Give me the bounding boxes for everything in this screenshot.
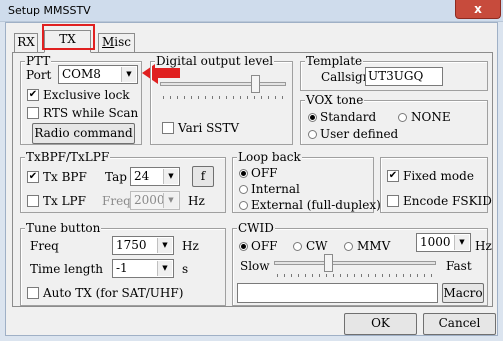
tx-bpf-label: Tx BPF (43, 170, 87, 184)
vox-user-defined-label: User defined (320, 127, 399, 141)
callsign-label: Callsign (321, 70, 371, 84)
cwid-hz-label: Hz (475, 239, 492, 253)
cwid-mmv-radio[interactable] (344, 242, 353, 251)
exclusive-lock-label: Exclusive lock (43, 88, 130, 102)
macro-button[interactable]: Macro (442, 283, 484, 303)
vox-none-label: NONE (411, 110, 451, 124)
tap-label: Tap (105, 170, 127, 184)
cancel-button[interactable]: Cancel (423, 313, 496, 335)
encode-fskid-checkbox[interactable] (387, 195, 399, 207)
ok-button[interactable]: OK (344, 313, 417, 335)
vox-tone-legend: VOX tone (305, 93, 365, 107)
chevron-down-icon: ▼ (454, 235, 469, 250)
tab-misc[interactable]: Misc (98, 33, 135, 52)
fixed-mode-label: Fixed mode (403, 169, 474, 183)
port-select[interactable]: COM8 ▼ (58, 65, 138, 84)
template-legend: Template (305, 54, 364, 68)
chevron-down-icon: ▼ (157, 238, 172, 253)
f-button[interactable]: f (192, 166, 214, 187)
window-title: Setup MMSSTV (8, 4, 91, 17)
vox-standard-label: Standard (320, 110, 377, 124)
chevron-down-icon: ▼ (121, 67, 136, 82)
freq-label-disabled: Freq (102, 194, 131, 208)
encode-fskid-label: Encode FSKID (403, 194, 492, 208)
tx-bpf-checkbox[interactable]: ✔ (27, 171, 39, 183)
slider-thumb[interactable] (251, 75, 260, 93)
fast-label: Fast (446, 259, 472, 273)
tx-lpf-checkbox[interactable] (27, 195, 39, 207)
vox-user-defined-radio[interactable] (308, 130, 317, 139)
fixed-mode-checkbox[interactable]: ✔ (387, 170, 399, 182)
rts-scan-label: RTS while Scan (43, 106, 139, 120)
time-length-unit-label: s (182, 262, 189, 276)
close-button[interactable]: x (455, 0, 501, 19)
auto-tx-label: Auto TX (for SAT/UHF) (43, 286, 184, 300)
tx-tab-highlight (42, 24, 95, 50)
slow-label: Slow (240, 259, 270, 273)
loopback-off-radio[interactable] (239, 169, 248, 178)
exclusive-lock-checkbox[interactable]: ✔ (27, 89, 39, 101)
chevron-down-icon: ▼ (163, 169, 178, 184)
slider-thumb[interactable] (324, 254, 333, 272)
callsign-input[interactable]: UT3UGQ (365, 67, 443, 86)
time-length-label: Time length (30, 262, 104, 276)
digital-output-slider[interactable] (160, 75, 286, 102)
loopback-legend: Loop back (237, 150, 302, 164)
tab-rx[interactable]: RX (14, 33, 38, 52)
loopback-internal-radio[interactable] (239, 185, 248, 194)
cwid-speed-select[interactable]: 1000 ▼ (416, 233, 471, 252)
port-label: Port (26, 68, 52, 82)
cwid-cw-label: CW (306, 239, 328, 253)
lpf-hz-label: Hz (188, 194, 205, 208)
tune-freq-label: Freq (30, 239, 59, 253)
tune-hz-label: Hz (182, 239, 199, 253)
time-length-select[interactable]: -1 ▼ (112, 259, 174, 278)
close-icon: x (474, 2, 482, 16)
cwid-mmv-label: MMV (357, 239, 391, 253)
vox-none-radio[interactable] (398, 113, 407, 122)
loopback-off-label: OFF (251, 166, 278, 180)
auto-tx-checkbox[interactable] (27, 287, 39, 299)
digital-output-legend: Digital output level (155, 54, 275, 68)
radio-command-button[interactable]: Radio command (32, 123, 135, 144)
tab-misc-mnemonic: M (101, 35, 115, 49)
tune-legend: Tune button (25, 221, 102, 235)
chevron-down-icon: ▼ (163, 193, 178, 208)
tx-lpf-label: Tx LPF (43, 194, 86, 208)
cwid-legend: CWID (237, 221, 275, 235)
vari-sstv-checkbox[interactable] (162, 122, 174, 134)
chevron-down-icon: ▼ (157, 261, 172, 276)
tune-freq-select[interactable]: 1750 ▼ (112, 236, 174, 255)
rts-scan-checkbox[interactable] (27, 107, 39, 119)
cwid-speed-slider[interactable] (274, 254, 436, 279)
lpf-freq-select[interactable]: 2000 ▼ (130, 191, 180, 210)
txbpf-legend: TxBPF/TxLPF (25, 150, 111, 164)
vox-standard-radio[interactable] (308, 113, 317, 122)
cwid-off-radio[interactable] (239, 242, 248, 251)
loopback-external-label: External (full-duplex) (251, 198, 381, 212)
ptt-legend: PTT (25, 54, 52, 68)
loopback-internal-label: Internal (251, 182, 300, 196)
tap-select[interactable]: 24 ▼ (130, 167, 180, 186)
cwid-text-input[interactable] (237, 283, 438, 303)
cwid-off-label: OFF (251, 239, 278, 253)
cwid-cw-radio[interactable] (293, 242, 302, 251)
vari-sstv-label: Vari SSTV (178, 121, 240, 135)
loopback-external-radio[interactable] (239, 201, 248, 210)
